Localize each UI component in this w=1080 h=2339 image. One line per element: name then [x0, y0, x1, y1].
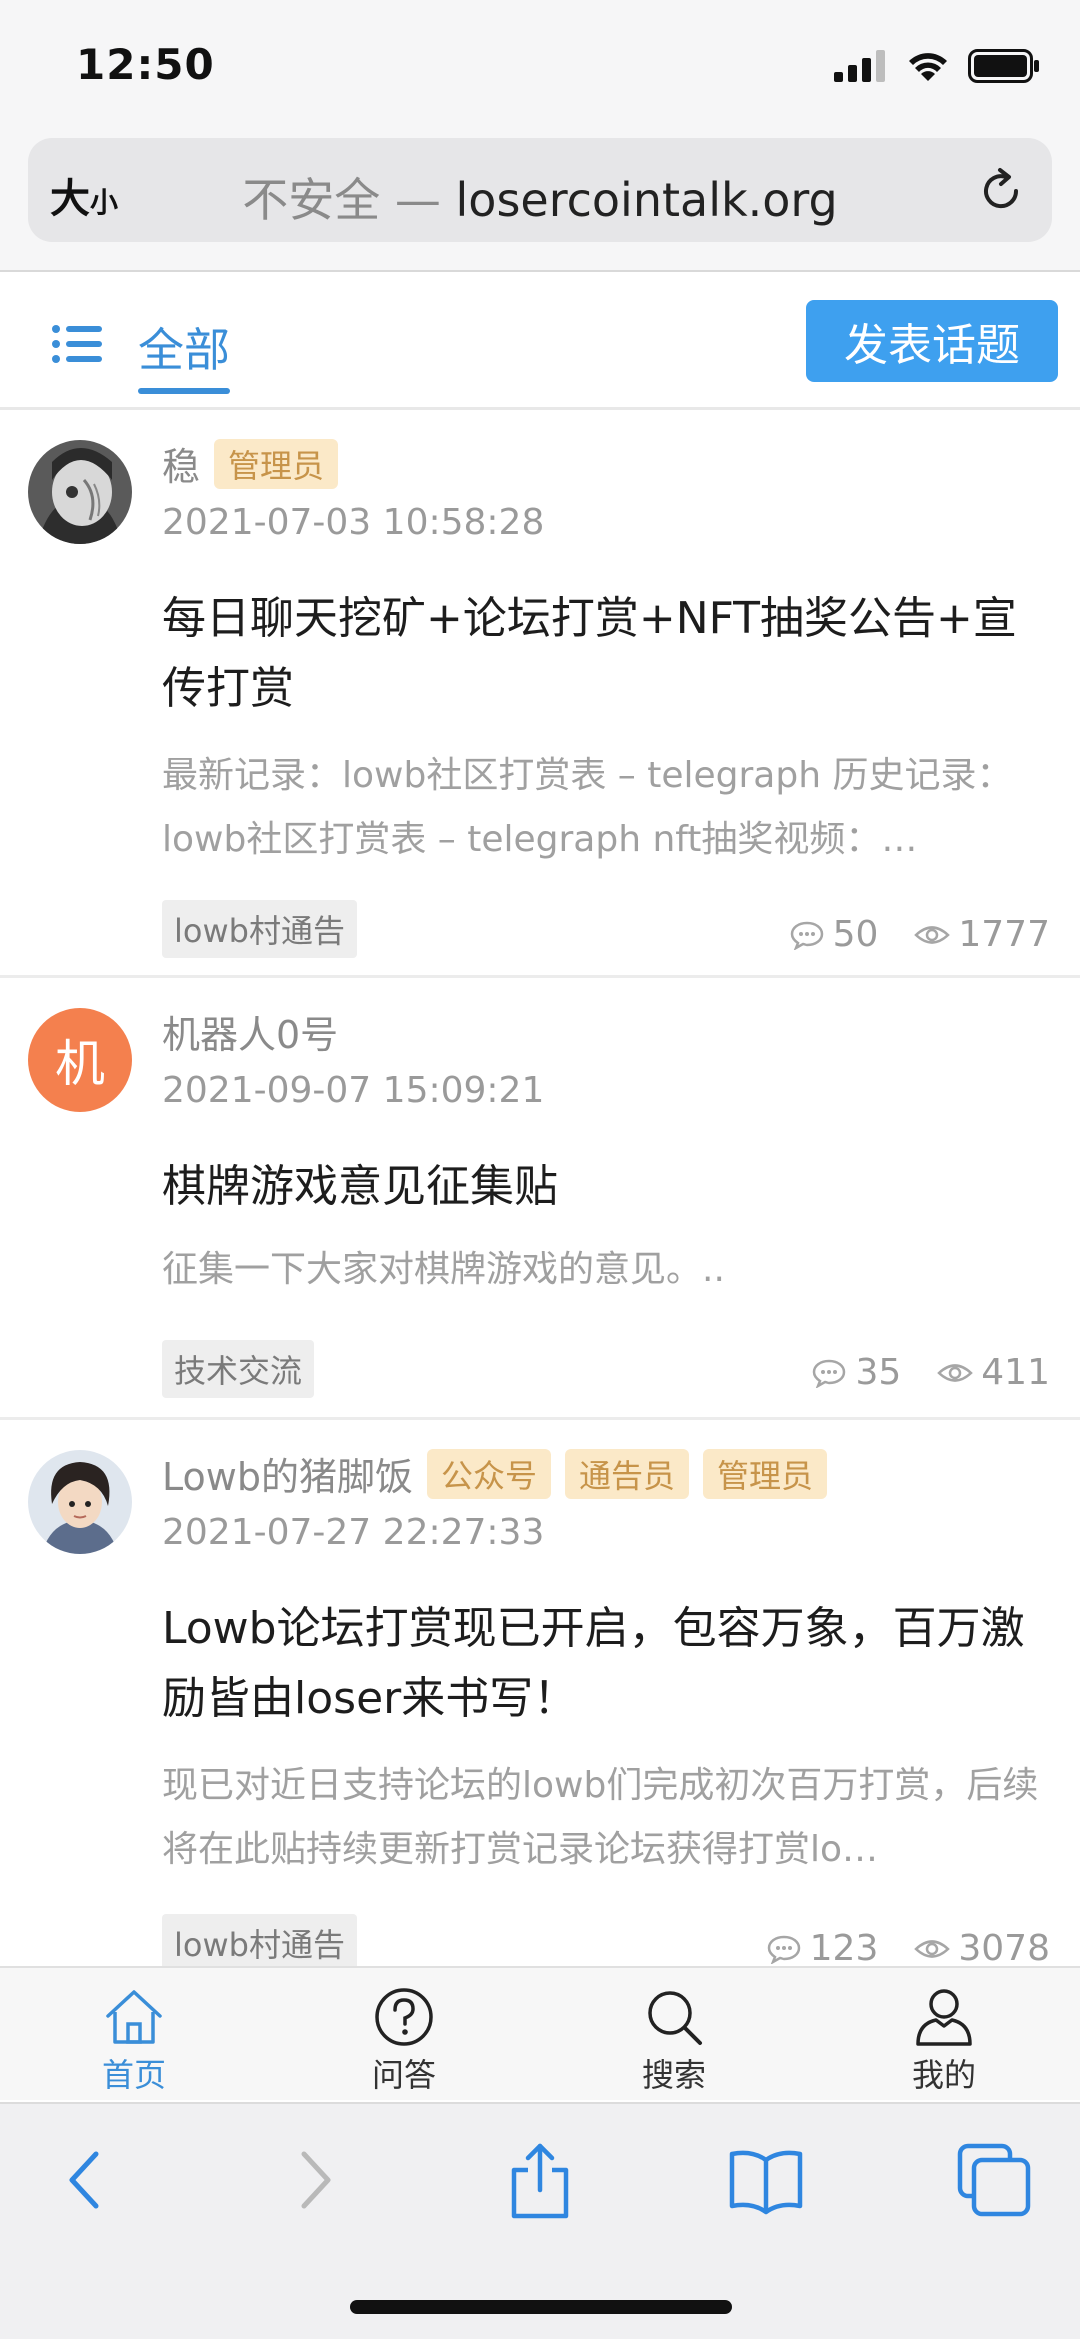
topic-card[interactable]: 机 机器人0号 2021-09-07 15:09:21 棋牌游戏意见征集贴 征集… [0, 978, 1080, 1420]
status-icons [834, 46, 1040, 86]
not-secure-label: 不安全 [242, 173, 381, 227]
author-row: 机器人0号 [162, 1004, 338, 1059]
eye-icon [914, 925, 951, 944]
topic-card[interactable]: 稳 管理员 2021-07-03 10:58:28 每日聊天挖矿+论坛打赏+NF… [0, 410, 1080, 978]
battery-icon [968, 49, 1039, 83]
comment-icon [767, 1935, 800, 1964]
nav-me-label: 我的 [911, 2056, 976, 2094]
role-badge: 公众号 [426, 1448, 551, 1499]
avatar[interactable] [28, 440, 132, 544]
bookmarks-icon[interactable] [726, 2140, 806, 2220]
topic-title[interactable]: Lowb论坛打赏现已开启，包容万象，百万激励皆由loser来书写！ [162, 1594, 1046, 1734]
anime-character-avatar-icon [28, 1450, 132, 1554]
author-name[interactable]: 机器人0号 [162, 1004, 338, 1059]
reload-icon[interactable] [976, 166, 1026, 216]
post-date: 2021-07-03 10:58:28 [162, 502, 545, 543]
category-tag[interactable]: 技术交流 [162, 1340, 315, 1398]
url-domain: losercointalk.org [455, 173, 838, 227]
topic-card[interactable]: Lowb的猪脚饭 公众号 通告员 管理员 2021-07-27 22:27:33… [0, 1420, 1080, 1980]
nav-search[interactable]: 搜索 [604, 1986, 744, 2096]
topic-excerpt: 现已对近日支持论坛的lowb们完成初次百万打赏，后续将在此贴持续更新打赏记录论坛… [162, 1765, 1039, 1870]
avatar[interactable]: 机 [28, 1008, 132, 1112]
author-row: 稳 管理员 [162, 436, 339, 491]
category-tag[interactable]: lowb村通告 [162, 900, 357, 958]
list-menu-icon[interactable] [52, 324, 102, 364]
url-display[interactable]: 不安全 — losercointalk.org [28, 164, 1052, 230]
tab-all[interactable]: 全部 [138, 314, 230, 380]
topic-excerpt: 征集一下大家对棋牌游戏的意见。.. [162, 1249, 725, 1290]
comment-count: 50 [832, 914, 879, 955]
post-date: 2021-09-07 15:09:21 [162, 1070, 545, 1111]
back-icon[interactable] [44, 2140, 124, 2220]
topic-list: 稳 管理员 2021-07-03 10:58:28 每日聊天挖矿+论坛打赏+NF… [0, 410, 1080, 1980]
topic-title[interactable]: 棋牌游戏意见征集贴 [162, 1152, 1046, 1222]
comment-count: 123 [809, 1928, 879, 1969]
bottom-nav: 首页 问答 搜索 我的 [0, 1966, 1080, 2100]
eye-icon [914, 1939, 951, 1958]
author-row: Lowb的猪脚饭 公众号 通告员 管理员 [162, 1446, 827, 1501]
topic-stats: 50 1777 [789, 914, 1050, 955]
author-name[interactable]: 稳 [162, 436, 200, 491]
nav-qa-label: 问答 [371, 2056, 436, 2094]
tabs-icon[interactable] [954, 2140, 1034, 2220]
role-badge: 管理员 [702, 1448, 827, 1499]
status-time: 12:50 [76, 40, 215, 89]
role-badge: 管理员 [214, 438, 339, 489]
role-badge: 通告员 [564, 1448, 689, 1499]
post-date: 2021-07-27 22:27:33 [162, 1512, 545, 1553]
nav-qa[interactable]: 问答 [334, 1986, 474, 2096]
new-topic-button[interactable]: 发表话题 [806, 300, 1058, 382]
avatar[interactable] [28, 1450, 132, 1554]
topic-title[interactable]: 每日聊天挖矿+论坛打赏+NFT抽奖公告+宣传打赏 [162, 584, 1046, 724]
topic-stats: 35 411 [811, 1352, 1050, 1393]
nav-me[interactable]: 我的 [874, 1986, 1014, 2096]
view-count: 1777 [958, 914, 1050, 955]
question-icon [375, 1988, 433, 2046]
view-count: 3078 [958, 1928, 1050, 1969]
share-icon[interactable] [500, 2140, 580, 2220]
masked-character-avatar-icon [28, 440, 132, 544]
category-tag[interactable]: lowb村通告 [162, 1914, 357, 1972]
browser-top-chrome: 12:50 大小 不安全 — losercointalk.org [0, 0, 1080, 272]
view-count: 411 [981, 1352, 1050, 1393]
topic-stats: 123 3078 [766, 1928, 1050, 1969]
cellular-signal-icon [834, 50, 885, 82]
url-separator: — [380, 173, 456, 227]
comment-icon [790, 921, 823, 950]
url-bar[interactable]: 大小 不安全 — losercointalk.org [28, 138, 1052, 242]
home-indicator[interactable] [350, 2300, 732, 2314]
nav-home-label: 首页 [101, 2056, 166, 2094]
wifi-icon [909, 53, 947, 81]
category-tabs: 全部 发表话题 [0, 274, 1080, 410]
search-icon [648, 1991, 702, 2045]
eye-icon [937, 1363, 974, 1382]
comment-count: 35 [855, 1352, 902, 1393]
topic-excerpt: 最新记录：lowb社区打赏表 – telegraph 历史记录：lowb社区打赏… [162, 755, 1013, 860]
author-name[interactable]: Lowb的猪脚饭 [162, 1446, 413, 1501]
forward-icon[interactable] [276, 2140, 356, 2220]
nav-search-label: 搜索 [641, 2056, 706, 2094]
user-icon [916, 1989, 972, 2046]
comment-icon [813, 1359, 846, 1388]
nav-home[interactable]: 首页 [64, 1986, 204, 2096]
active-tab-indicator [138, 388, 230, 394]
home-icon [106, 1990, 162, 2044]
